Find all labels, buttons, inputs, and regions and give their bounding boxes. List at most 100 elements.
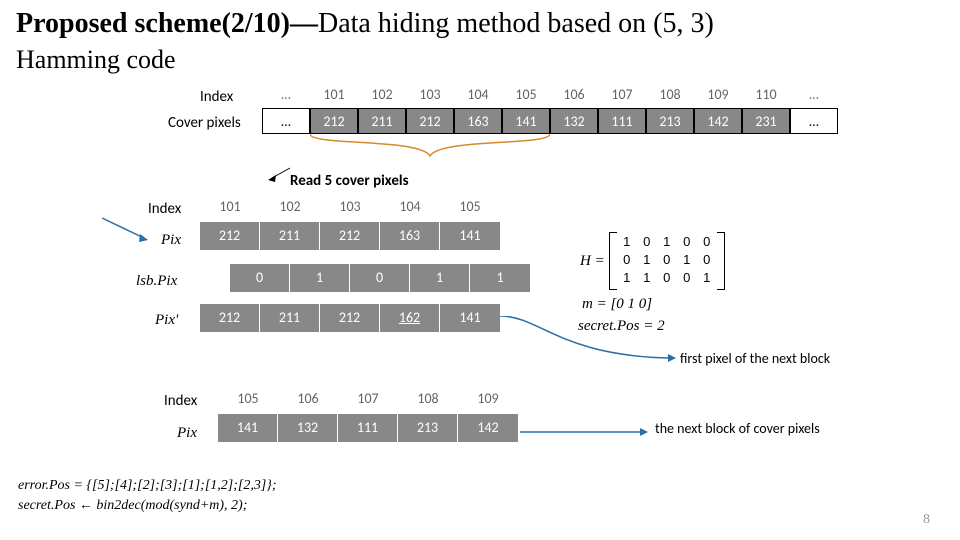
top-value-row: … 212 211 212 163 141 132 111 213 142 23… xyxy=(262,108,838,134)
label-cover-pixels: Cover pixels xyxy=(168,114,241,132)
top-val: 212 xyxy=(310,108,358,134)
block1-index-row: 101 102 103 104 105 xyxy=(200,196,500,218)
b2-idx: 108 xyxy=(398,388,458,410)
b2-idx: 106 xyxy=(278,388,338,410)
b1-lsb: 1 xyxy=(470,264,530,292)
b1-idx: 101 xyxy=(200,196,260,218)
top-val: … xyxy=(790,108,838,134)
label-pixp: Pix' xyxy=(155,312,178,329)
top-idx: 108 xyxy=(646,84,694,106)
top-idx: … xyxy=(262,84,310,106)
page-title: Proposed scheme(2/10)—Data hiding method… xyxy=(16,8,714,40)
arrow-icon xyxy=(520,424,650,442)
top-idx: 105 xyxy=(502,84,550,106)
label-m: m = [0 1 0] xyxy=(582,296,652,313)
b1-pix: 141 xyxy=(440,222,500,250)
label-next-block: the next block of cover pixels xyxy=(655,420,820,437)
b1-pixp: 162 xyxy=(380,304,440,332)
b1-pix: 163 xyxy=(380,222,440,250)
top-val: 213 xyxy=(646,108,694,134)
m: 0 xyxy=(657,270,677,288)
b1-lsb: 0 xyxy=(350,264,410,292)
label-secretpos: secret.Pos = 2 xyxy=(578,318,665,335)
label-pix: Pix xyxy=(161,232,181,249)
m: 0 xyxy=(617,252,637,270)
label-index3: Index xyxy=(164,392,197,410)
top-idx: 106 xyxy=(550,84,598,106)
page-number: 8 xyxy=(923,512,930,528)
label-index-top: Index xyxy=(200,88,233,106)
m: 1 xyxy=(657,234,677,252)
label-read5: Read 5 cover pixels xyxy=(290,172,409,190)
top-val: 132 xyxy=(550,108,598,134)
m: 0 xyxy=(697,234,717,252)
arrow-icon xyxy=(100,216,150,246)
label-index2: Index xyxy=(148,200,181,218)
b1-idx: 105 xyxy=(440,196,500,218)
title-rest: Data hiding method based on (5, 3) xyxy=(318,8,714,39)
top-idx: 104 xyxy=(454,84,502,106)
b1-idx: 102 xyxy=(260,196,320,218)
b2-pix: 142 xyxy=(458,414,518,442)
top-idx: 102 xyxy=(358,84,406,106)
block1-pix-row: 212 211 212 163 141 xyxy=(200,222,500,250)
formula-errorpos: error.Pos = {[5];[4];[2];[3];[1];[1,2];[… xyxy=(18,478,277,494)
block2-index-row: 105 106 107 108 109 xyxy=(218,388,518,410)
top-index-row: … 101 102 103 104 105 106 107 108 109 11… xyxy=(262,84,838,106)
b2-pix: 141 xyxy=(218,414,278,442)
top-idx: 103 xyxy=(406,84,454,106)
b1-pixp: 212 xyxy=(200,304,260,332)
b1-lsb: 1 xyxy=(290,264,350,292)
page-subtitle: Hamming code xyxy=(16,45,176,75)
title-bold: Proposed scheme(2/10)— xyxy=(16,8,318,39)
m: 1 xyxy=(617,270,637,288)
top-val: 211 xyxy=(358,108,406,134)
b2-pix: 111 xyxy=(338,414,398,442)
top-val: 142 xyxy=(694,108,742,134)
top-val: … xyxy=(262,108,310,134)
b1-idx: 103 xyxy=(320,196,380,218)
b1-idx: 104 xyxy=(380,196,440,218)
top-val: 231 xyxy=(742,108,790,134)
b1-lsb: 0 xyxy=(230,264,290,292)
m: 0 xyxy=(697,252,717,270)
m: 1 xyxy=(617,234,637,252)
b2-idx: 105 xyxy=(218,388,278,410)
b1-lsb: 1 xyxy=(410,264,470,292)
m: 1 xyxy=(677,252,697,270)
b1-pixp: 212 xyxy=(320,304,380,332)
block2-pix-row: 141 132 111 213 142 xyxy=(218,414,518,442)
m: 0 xyxy=(637,234,657,252)
label-H: H = xyxy=(580,253,605,270)
b2-idx: 109 xyxy=(458,388,518,410)
b2-pix: 132 xyxy=(278,414,338,442)
top-idx: 107 xyxy=(598,84,646,106)
b1-pixp: 141 xyxy=(440,304,500,332)
label-first-pixel: first pixel of the next block xyxy=(680,350,830,367)
m: 0 xyxy=(677,270,697,288)
block1-lsb-row: 0 1 0 1 1 xyxy=(230,264,530,292)
top-idx: 110 xyxy=(742,84,790,106)
m: 0 xyxy=(677,234,697,252)
matrix-H: H = 10100 01010 11001 xyxy=(580,234,723,288)
label-lsb: lsb.Pix xyxy=(136,273,177,290)
top-idx: … xyxy=(790,84,838,106)
b2-idx: 107 xyxy=(338,388,398,410)
b2-pix: 213 xyxy=(398,414,458,442)
m: 1 xyxy=(637,252,657,270)
m: 1 xyxy=(637,270,657,288)
matrix-grid: 10100 01010 11001 xyxy=(611,234,723,288)
top-val: 111 xyxy=(598,108,646,134)
b1-pix: 212 xyxy=(320,222,380,250)
brace-icon xyxy=(310,134,550,160)
top-val: 212 xyxy=(406,108,454,134)
formula-secretpos: secret.Pos ← bin2dec(mod(synd+m), 2); xyxy=(18,498,247,514)
top-idx: 101 xyxy=(310,84,358,106)
m: 0 xyxy=(657,252,677,270)
block1-pixp-row: 212 211 212 162 141 xyxy=(200,304,500,332)
m: 1 xyxy=(697,270,717,288)
b1-pix: 212 xyxy=(200,222,260,250)
top-val: 141 xyxy=(502,108,550,134)
top-idx: 109 xyxy=(694,84,742,106)
top-val: 163 xyxy=(454,108,502,134)
